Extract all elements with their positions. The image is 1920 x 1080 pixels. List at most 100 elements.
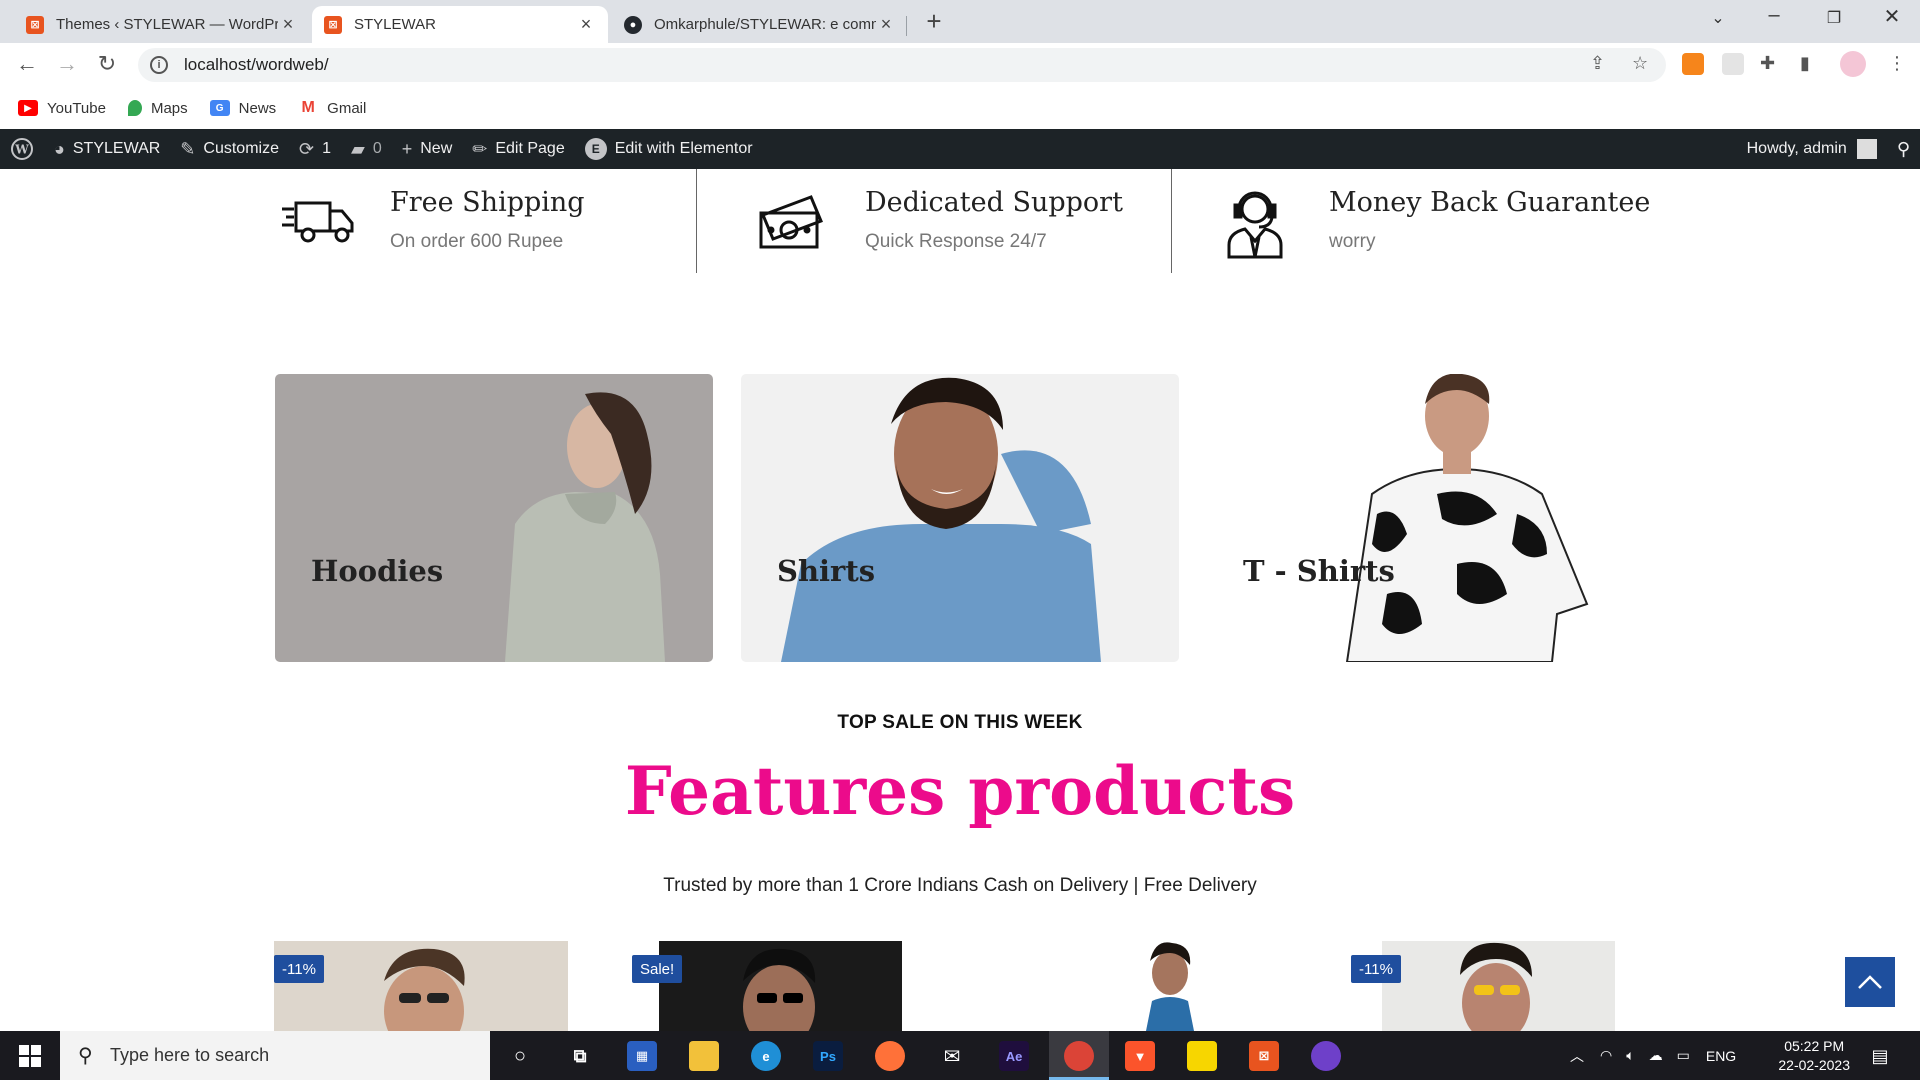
network-icon[interactable]: ☁︎ [1649, 1047, 1663, 1064]
github-desktop-icon[interactable] [1311, 1041, 1341, 1071]
tab-title: Omkarphule/STYLEWAR: e comm [654, 16, 876, 33]
close-tab-icon[interactable]: × [278, 14, 298, 35]
back-arrow-icon[interactable]: ← [12, 51, 42, 77]
chevron-up-icon[interactable]: ︿ [1570, 1046, 1584, 1066]
brave-icon[interactable]: ▼ [1125, 1041, 1155, 1071]
clock-date: 22-02-2023 [1778, 1057, 1850, 1073]
tshirt-model-image [1345, 374, 1589, 662]
file-explorer-icon[interactable] [689, 1041, 719, 1071]
product-card[interactable] [1060, 941, 1280, 1031]
browser-toolbar: ← → ↻ i localhost/wordweb/ ⇪ ☆ ✚ ▮ ⋮ [0, 43, 1920, 87]
new-tab-button[interactable]: + [918, 6, 950, 37]
windows-logo-icon [19, 1044, 41, 1067]
tab-themes[interactable]: ⊠ Themes ‹ STYLEWAR — WordPre × [14, 6, 310, 43]
category-card-shirts[interactable]: Shirts [741, 374, 1179, 662]
wordpress-logo-button[interactable]: W [0, 129, 44, 169]
news-icon: G [209, 100, 230, 116]
notifications-icon[interactable]: ▤ [1865, 1041, 1895, 1071]
bookmark-news[interactable]: G News [209, 99, 277, 117]
tab-separator [906, 16, 907, 36]
category-card-hoodies[interactable]: Hoodies [275, 374, 713, 662]
reload-icon[interactable]: ↻ [92, 51, 122, 77]
customize-label: Customize [203, 140, 279, 157]
sticky-notes-icon[interactable] [1187, 1041, 1217, 1071]
minimize-button[interactable]: – [1750, 4, 1798, 27]
section-kicker: TOP SALE ON THIS WEEK [837, 712, 1083, 733]
new-content-link[interactable]: + New [392, 129, 463, 169]
bookmarks-bar: ▶ YouTube Maps G News M Gmail [0, 87, 1920, 129]
tab-stylewar[interactable]: ⊠ STYLEWAR × [312, 6, 608, 43]
edit-page-link[interactable]: ✏ Edit Page [462, 129, 574, 169]
feature-divider [1171, 169, 1172, 273]
chrome-icon[interactable] [1064, 1041, 1094, 1071]
taskbar-search-box[interactable]: ⚲ Type here to search [60, 1031, 490, 1080]
discount-badge: -11% [274, 955, 324, 983]
trust-line: Trusted by more than 1 Crore Indians Cas… [663, 875, 1257, 896]
photoshop-icon[interactable]: Ps [813, 1041, 843, 1071]
bookmark-label: News [238, 99, 277, 117]
howdy-user-menu[interactable]: Howdy, admin [1747, 140, 1847, 158]
address-bar[interactable]: i localhost/wordweb/ [138, 48, 1666, 82]
bookmark-gmail[interactable]: M Gmail [298, 99, 367, 117]
after-effects-icon[interactable]: Ae [999, 1041, 1029, 1071]
back-to-top-button[interactable] [1845, 957, 1895, 1007]
bookmark-star-icon[interactable]: ☆ [1632, 53, 1648, 74]
system-clock[interactable]: 05:22 PM 22-02-2023 [1778, 1037, 1850, 1075]
close-window-button[interactable]: ✕ [1868, 4, 1916, 29]
close-tab-icon[interactable]: × [876, 14, 896, 35]
volume-icon[interactable]: 🔈︎ [1626, 1047, 1634, 1064]
bookmark-label: YouTube [47, 99, 106, 117]
extensions-puzzle-icon[interactable]: ✚ [1760, 53, 1775, 74]
product-card[interactable] [659, 941, 902, 1031]
battery-icon[interactable]: ▭ [1677, 1047, 1690, 1064]
category-label: Shirts [777, 554, 876, 588]
extension-icon[interactable] [1722, 53, 1744, 75]
restore-button[interactable]: ❐ [1810, 8, 1858, 28]
language-indicator[interactable]: ENG [1706, 1048, 1736, 1064]
xampp-taskbar-icon[interactable]: ⊠ [1249, 1041, 1279, 1071]
share-icon[interactable]: ⇪ [1590, 53, 1605, 74]
section-title: Features products [624, 752, 1296, 830]
firefox-icon[interactable] [875, 1041, 905, 1071]
category-label: Hoodies [311, 554, 444, 588]
search-icon: ⚲ [78, 1045, 93, 1067]
feature-title: Free Shipping [390, 187, 585, 218]
discount-badge: -11% [1351, 955, 1401, 983]
feature-divider [696, 169, 697, 273]
forward-arrow-icon[interactable]: → [52, 51, 82, 77]
mail-icon[interactable]: ✉ [937, 1041, 967, 1071]
profile-avatar[interactable] [1840, 51, 1866, 77]
store-icon[interactable]: ▦ [627, 1041, 657, 1071]
site-name-link[interactable]: ◕ STYLEWAR [44, 129, 170, 169]
start-button[interactable] [0, 1031, 60, 1080]
elementor-icon: E [584, 138, 607, 160]
tab-github[interactable]: ● Omkarphule/STYLEWAR: e comm × [612, 6, 908, 43]
bookmark-maps[interactable]: Maps [127, 99, 188, 117]
tab-search-icon[interactable]: ⌄ [1694, 8, 1742, 28]
cortana-icon[interactable]: ○ [505, 1041, 535, 1071]
edit-page-label: Edit Page [495, 140, 565, 157]
hoodie-model-image [505, 392, 665, 662]
site-info-icon[interactable]: i [150, 56, 168, 74]
bookmark-youtube[interactable]: ▶ YouTube [18, 100, 106, 117]
metamask-extension-icon[interactable] [1682, 53, 1704, 75]
updates-link[interactable]: ⟳ 1 [289, 129, 341, 169]
category-card-tshirts[interactable]: T - Shirts [1207, 374, 1645, 662]
admin-search-icon[interactable]: ⚲ [1897, 139, 1910, 160]
close-tab-icon[interactable]: × [576, 14, 596, 35]
customize-link[interactable]: ✎ Customize [170, 129, 289, 169]
edit-with-elementor-link[interactable]: E Edit with Elementor [575, 129, 763, 169]
bookmark-label: Gmail [327, 99, 367, 117]
edge-icon[interactable]: e [751, 1041, 781, 1071]
product-card[interactable] [1382, 941, 1615, 1031]
wifi-icon[interactable]: ◠ [1600, 1047, 1612, 1064]
truck-icon [282, 201, 354, 243]
feature-title: Dedicated Support [865, 187, 1123, 218]
menu-kebab-icon[interactable]: ⋮ [1888, 53, 1906, 74]
bookmark-label: Maps [150, 99, 188, 117]
user-avatar[interactable] [1856, 139, 1877, 159]
side-panel-icon[interactable]: ▮ [1800, 53, 1810, 74]
updates-icon: ⟳ [298, 138, 315, 159]
task-view-icon[interactable]: ⧉ [565, 1041, 595, 1071]
comments-link[interactable]: ▰ 0 [341, 129, 392, 169]
